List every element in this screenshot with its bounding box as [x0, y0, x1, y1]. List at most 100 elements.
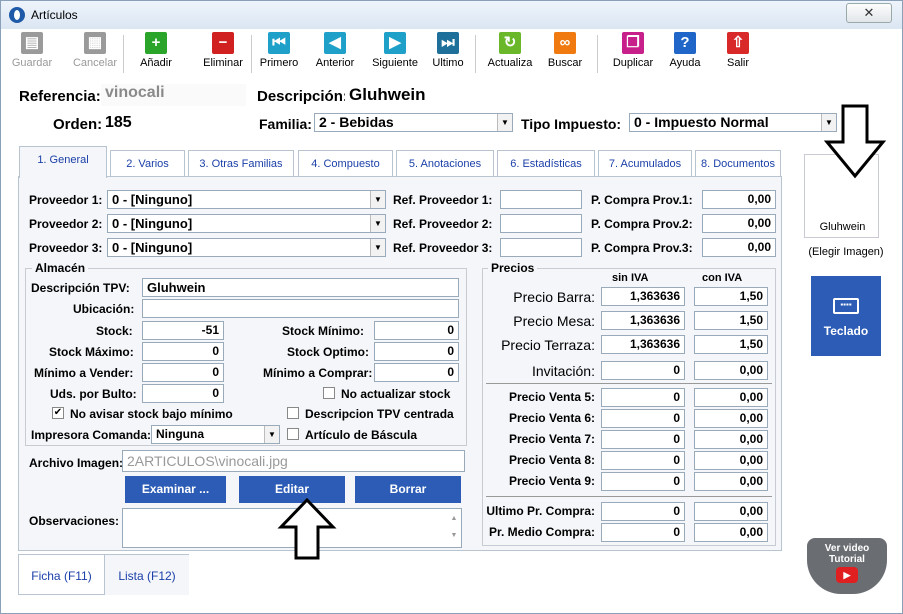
precio-con-iva-field[interactable]: 0,00: [694, 523, 768, 542]
precio-con-iva-field[interactable]: 0,00: [694, 472, 768, 491]
actualiza-button[interactable]: ↻ Actualiza: [483, 32, 537, 76]
toolbar-label: Buscar: [547, 57, 583, 69]
bascula-checkbox[interactable]: [287, 428, 299, 440]
minimo-comprar-field[interactable]: 0: [374, 363, 459, 382]
buscar-button[interactable]: ∞ Buscar: [543, 32, 587, 76]
stock-label: Stock:: [96, 324, 133, 338]
teclado-button[interactable]: ▪▪▪▪ Teclado: [811, 276, 881, 356]
precio-sin-iva-field[interactable]: 0: [601, 409, 685, 428]
tab-7[interactable]: 7. Acumulados: [598, 150, 692, 177]
precio-sin-iva-field[interactable]: 0: [601, 502, 685, 521]
duplicar-button[interactable]: ❐ Duplicar: [605, 32, 661, 76]
precios-title: Precios: [488, 261, 538, 275]
anterior-button[interactable]: ◀ Anterior: [311, 32, 359, 76]
chevron-down-icon[interactable]: ▼: [370, 191, 385, 208]
tab-lista[interactable]: Lista (F12): [105, 555, 189, 595]
primero-button[interactable]: ⏮ Primero: [254, 32, 304, 76]
p-compra-field[interactable]: 0,00: [702, 190, 776, 209]
precio-con-iva-field[interactable]: 0,00: [694, 502, 768, 521]
precio-con-iva-field[interactable]: 1,50: [694, 287, 768, 306]
desc-tpv-centrada-checkbox[interactable]: [287, 407, 299, 419]
ubicacion-field[interactable]: [142, 299, 459, 318]
referencia-field[interactable]: vinocali: [101, 84, 246, 106]
ref-proveedor-field[interactable]: [500, 190, 582, 209]
proveedor-select[interactable]: 0 - [Ninguno] ▼: [107, 214, 386, 233]
tab-2[interactable]: 2. Varios: [110, 150, 185, 177]
chevron-down-icon[interactable]: ▼: [497, 114, 512, 131]
p-compra-field[interactable]: 0,00: [702, 238, 776, 257]
precio-con-iva-field[interactable]: 1,50: [694, 311, 768, 330]
toolbar-label: Duplicar: [612, 57, 654, 69]
chevron-down-icon[interactable]: ▼: [370, 239, 385, 256]
proveedor-select[interactable]: 0 - [Ninguno] ▼: [107, 238, 386, 257]
tab-8[interactable]: 8. Documentos: [695, 150, 781, 177]
stock-maximo-field[interactable]: 0: [142, 342, 224, 361]
tab-5[interactable]: 5. Anotaciones: [396, 150, 494, 177]
precio-sin-iva-field[interactable]: 0: [601, 523, 685, 542]
familia-select[interactable]: 2 - Bebidas ▼: [314, 113, 513, 132]
precio-con-iva-field[interactable]: 0,00: [694, 361, 768, 380]
ref-proveedor-field[interactable]: [500, 214, 582, 233]
stock-minimo-field[interactable]: 0: [374, 321, 459, 340]
ultimo-button[interactable]: ⏭ Ultimo: [428, 32, 468, 76]
borrar-button[interactable]: Borrar: [355, 476, 461, 503]
tab-3[interactable]: 3. Otras Familias: [188, 150, 294, 177]
eliminar-button[interactable]: − Eliminar: [197, 32, 249, 76]
referencia-label: Referencia:: [19, 88, 101, 105]
impresora-value: Ninguna: [156, 427, 204, 441]
close-button[interactable]: ✕: [846, 3, 892, 23]
precio-sin-iva-field[interactable]: 1,363636: [601, 287, 685, 306]
precio-con-iva-field[interactable]: 0,00: [694, 451, 768, 470]
no-actualizar-checkbox[interactable]: [323, 387, 335, 399]
tab-4[interactable]: 4. Compuesto: [298, 150, 393, 177]
salir-button[interactable]: ⇧ Salir: [721, 32, 755, 76]
tab-6[interactable]: 6. Estadísticas: [497, 150, 595, 177]
precio-con-iva-field[interactable]: 0,00: [694, 409, 768, 428]
siguiente-button[interactable]: ▶ Siguiente: [369, 32, 421, 76]
descripcion-tpv-field[interactable]: Gluhwein: [142, 278, 459, 297]
scrollbar[interactable]: ▲ ▼: [447, 510, 461, 546]
toolbar-label: Ultimo: [432, 57, 464, 69]
tab-1[interactable]: 1. General: [19, 146, 107, 178]
impresora-select[interactable]: Ninguna ▼: [151, 425, 280, 444]
precio-sin-iva-field[interactable]: 0: [601, 388, 685, 407]
chevron-down-icon[interactable]: ▼: [264, 426, 279, 443]
tipo-impuesto-select[interactable]: 0 - Impuesto Normal ▼: [629, 113, 837, 132]
añadir-button[interactable]: + Añadir: [133, 32, 179, 76]
p-compra-field[interactable]: 0,00: [702, 214, 776, 233]
elegir-imagen-link[interactable]: (Elegir Imagen): [804, 246, 888, 258]
stock-optimo-label: Stock Optimo:: [287, 345, 370, 359]
guardar-button[interactable]: ▤ Guardar: [11, 32, 53, 76]
video-tutorial-button[interactable]: Ver video Tutorial ▶: [807, 538, 887, 594]
cancelar-button[interactable]: ▦ Cancelar: [66, 32, 124, 76]
video-line-1: Ver video: [824, 543, 870, 554]
precio-sin-iva-field[interactable]: 1,363636: [601, 311, 685, 330]
save-icon: ▤: [21, 32, 43, 54]
ref-proveedor-field[interactable]: [500, 238, 582, 257]
proveedor-select[interactable]: 0 - [Ninguno] ▼: [107, 190, 386, 209]
precio-sin-iva-field[interactable]: 0: [601, 451, 685, 470]
ayuda-button[interactable]: ? Ayuda: [665, 32, 705, 76]
precio-sin-iva-field[interactable]: 0: [601, 361, 685, 380]
minimo-vender-field[interactable]: 0: [142, 363, 224, 382]
uds-bulto-field[interactable]: 0: [142, 384, 224, 403]
window-title: Artículos: [31, 8, 78, 22]
precio-sin-iva-field[interactable]: 0: [601, 430, 685, 449]
toolbar-label: Salir: [726, 57, 749, 69]
chevron-down-icon[interactable]: ▼: [370, 215, 385, 232]
examinar-button[interactable]: Examinar ...: [125, 476, 226, 503]
orden-field[interactable]: 185: [101, 112, 246, 134]
archivo-imagen-field[interactable]: 2ARTICULOS\vinocali.jpg: [122, 450, 465, 472]
descripcion-field[interactable]: Gluhwein: [345, 83, 837, 106]
precio-sin-iva-field[interactable]: 1,363636: [601, 335, 685, 354]
precio-con-iva-field[interactable]: 0,00: [694, 430, 768, 449]
stock-field[interactable]: -51: [142, 321, 224, 340]
precio-con-iva-field[interactable]: 0,00: [694, 388, 768, 407]
image-caption: Gluhwein: [819, 221, 866, 233]
precio-sin-iva-field[interactable]: 0: [601, 472, 685, 491]
no-avisar-checkbox[interactable]: ✔: [52, 407, 64, 419]
stock-optimo-field[interactable]: 0: [374, 342, 459, 361]
precio-con-iva-field[interactable]: 1,50: [694, 335, 768, 354]
ref-proveedor-label: Ref. Proveedor 3:: [393, 241, 493, 255]
tab-ficha[interactable]: Ficha (F11): [19, 555, 105, 595]
